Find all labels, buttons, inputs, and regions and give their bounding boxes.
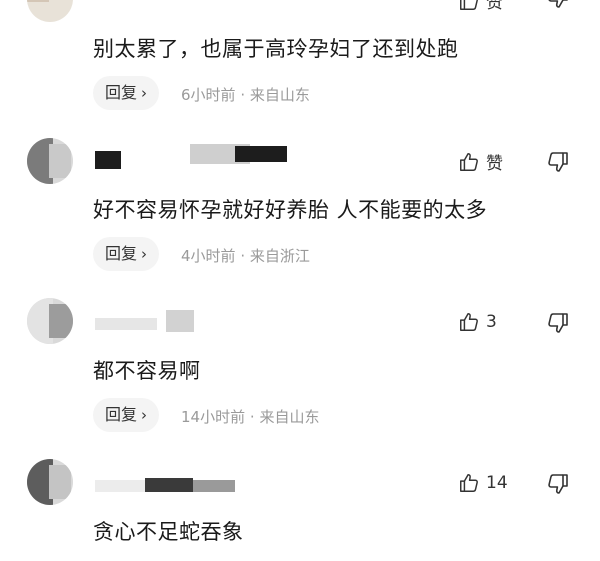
thumbs-up-icon [460, 0, 478, 10]
comment-location: 来自浙江 [249, 247, 310, 265]
reply-label: 回复 [105, 83, 138, 102]
username-masked[interactable] [95, 318, 157, 330]
comment-time: 6小时前 [181, 86, 236, 104]
like-count: 3 [486, 312, 497, 332]
username-masked[interactable] [95, 480, 145, 492]
meta-separator: · [240, 247, 246, 265]
comment-meta: 14小时前 · 来自山东 [181, 406, 319, 427]
comment-time: 4小时前 [181, 247, 236, 265]
comment-location: 来自山东 [259, 408, 320, 426]
meta-separator: · [249, 408, 255, 426]
username-masked-dark [145, 478, 193, 492]
dislike-button[interactable] [546, 311, 570, 335]
chevron-right-icon: › [141, 84, 148, 102]
reply-label: 回复 [105, 405, 138, 424]
comment-location: 来自山东 [249, 86, 310, 104]
thumbs-up-icon [460, 313, 478, 331]
reply-button[interactable]: 回复 › [93, 398, 160, 432]
avatar[interactable] [27, 138, 73, 184]
dislike-button[interactable] [546, 0, 570, 10]
username-masked-dark [235, 146, 287, 162]
reply-button[interactable]: 回复 › [93, 237, 160, 271]
thumbs-down-icon [548, 474, 568, 494]
comment-meta: 4小时前 · 来自浙江 [181, 245, 310, 266]
reply-label: 回复 [105, 244, 138, 263]
like-button[interactable]: 3 [458, 311, 497, 333]
thumbs-up-icon [460, 152, 478, 171]
username-masked[interactable] [95, 151, 121, 169]
dislike-button[interactable] [546, 150, 570, 174]
like-button[interactable]: 赞 [458, 0, 503, 13]
like-count: 赞 [486, 154, 503, 174]
dislike-button[interactable] [546, 472, 570, 496]
username-masked-blur [166, 310, 194, 332]
reply-button[interactable]: 回复 › [93, 76, 160, 110]
comment-text: 别太累了，也属于高玲孕妇了还到处跑 [93, 37, 459, 61]
like-count: 赞 [486, 0, 503, 13]
thumbs-up-icon [460, 474, 478, 492]
chevron-right-icon: › [141, 406, 148, 424]
comment-text: 好不容易怀孕就好好养胎 人不能要的太多 [93, 198, 488, 222]
meta-separator: · [240, 86, 246, 104]
username-masked-blur [193, 480, 235, 492]
comment-text: 都不容易啊 [93, 359, 201, 383]
thumbs-down-icon [548, 313, 568, 333]
avatar[interactable] [27, 298, 73, 344]
like-button[interactable]: 赞 [458, 149, 503, 174]
comment-meta: 6小时前 · 来自山东 [181, 84, 310, 105]
avatar[interactable] [27, 459, 73, 505]
comment-text: 贪心不足蛇吞象 [93, 520, 244, 544]
avatar[interactable] [27, 0, 73, 22]
like-button[interactable]: 14 [458, 472, 508, 494]
like-count: 14 [486, 473, 508, 493]
thumbs-down-icon [548, 0, 568, 8]
chevron-right-icon: › [141, 245, 148, 263]
thumbs-down-icon [548, 152, 568, 172]
comment-time: 14小时前 [181, 408, 246, 426]
